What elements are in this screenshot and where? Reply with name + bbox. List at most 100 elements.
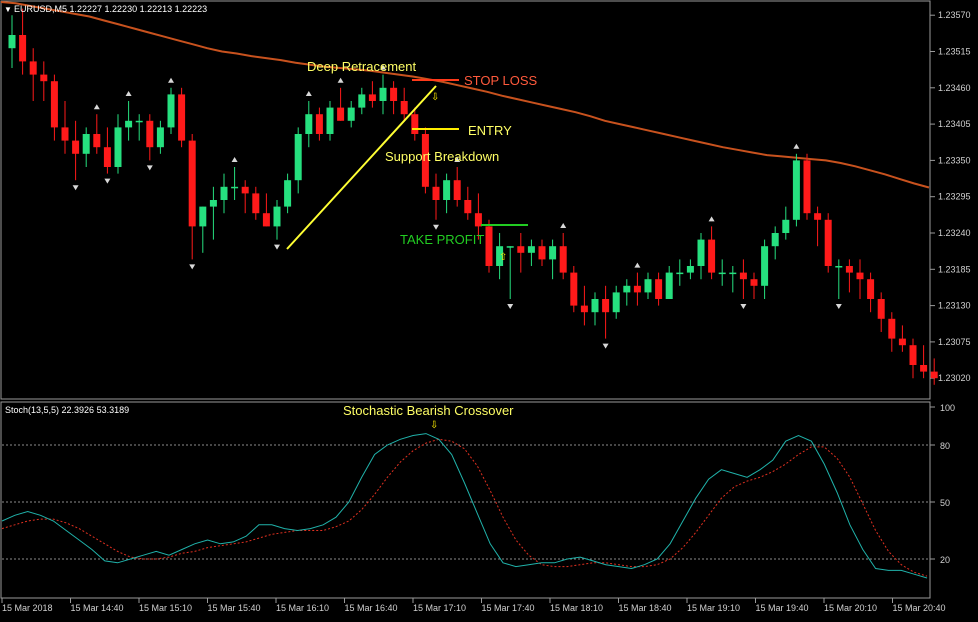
fractal-down-arrow-icon: [507, 304, 514, 309]
candle-body: [633, 285, 641, 293]
price-tick-label: 1.23130: [938, 301, 971, 311]
fractal-down-arrow-icon: [835, 304, 842, 309]
candle-body: [368, 94, 376, 101]
candle-body: [517, 246, 525, 253]
time-tick-label: 15 Mar 17:10: [413, 603, 466, 613]
candle-body: [591, 299, 599, 313]
fractal-up-arrow-icon: [168, 77, 174, 83]
time-tick-label: 15 Mar 16:10: [276, 603, 329, 613]
candle-body: [824, 219, 832, 266]
fractal-up-arrow-icon: [231, 157, 238, 162]
candle-body: [347, 107, 355, 121]
stoch-crossover-label: Stochastic Bearish Crossover: [343, 403, 514, 418]
candle-body: [8, 35, 16, 49]
candle-body: [103, 147, 111, 167]
candle-body: [358, 94, 366, 108]
candle-body: [644, 279, 652, 293]
candle-body: [284, 180, 292, 207]
time-tick-label: 15 Mar 19:40: [756, 603, 809, 613]
candle-body: [156, 127, 164, 148]
chart-svg: 1.23570 1.23515 1.23460 1.23405 1.23350 1.232…: [0, 0, 971, 613]
candle-body: [432, 186, 440, 200]
candle-body: [527, 246, 535, 253]
price-tick-label: 1.23295: [938, 192, 971, 202]
candle-body: [400, 101, 408, 115]
entry-down-arrow-icon: ⇩: [431, 92, 439, 103]
candle-body: [61, 127, 69, 141]
time-tick-label: 15 Mar 15:10: [139, 603, 192, 613]
fractal-up-arrow-icon: [708, 216, 715, 222]
candle-body: [686, 266, 694, 273]
trading-terminal: 1.23570 1.23515 1.23460 1.23405 1.23350 1.232…: [0, 0, 978, 617]
price-tick-label: 1.23075: [938, 337, 971, 347]
fractal-up-arrow-icon: [337, 77, 344, 83]
candle-body: [623, 285, 631, 293]
candle-body: [474, 213, 482, 227]
candle-body: [19, 35, 27, 62]
stoch-tick-label: 50: [940, 498, 950, 508]
candle-body: [125, 120, 133, 128]
time-tick-label: 15 Mar 17:40: [482, 603, 535, 613]
fractal-down-arrow-icon: [740, 304, 747, 309]
stoch-tick-label: 20: [940, 555, 950, 565]
candle-body: [305, 114, 313, 134]
candle-body: [464, 200, 472, 214]
price-tick-label: 1.23570: [938, 10, 971, 20]
stoch-info: Stoch(13,5,5) 22.3926 53.3189: [5, 405, 129, 415]
candle-body: [93, 134, 101, 148]
chart-dropdown-icon[interactable]: ▼: [4, 5, 12, 14]
time-tick-label: 15 Mar 15:40: [208, 603, 261, 613]
candle-body: [443, 180, 451, 200]
candle-body: [135, 120, 143, 123]
candle-body: [167, 94, 175, 128]
candle-body: [602, 299, 610, 313]
time-tick-label: 15 Mar 16:40: [345, 603, 398, 613]
candle-body: [814, 213, 822, 220]
candle-body: [888, 318, 896, 339]
deep-retracement-label: Deep Retracement: [307, 59, 416, 74]
fractal-up-arrow-icon: [793, 143, 800, 149]
candle-body: [178, 94, 186, 141]
candle-body: [82, 134, 90, 154]
price-axis: 1.23570 1.23515 1.23460 1.23405 1.23350 1.232…: [930, 10, 971, 383]
candle-body: [877, 299, 885, 319]
candle-body: [538, 246, 546, 260]
candle-body: [411, 114, 419, 134]
candle-body: [655, 279, 663, 299]
candle-body: [867, 279, 875, 299]
candle-body: [761, 246, 769, 286]
candle-body: [549, 246, 557, 260]
candle-body: [506, 246, 514, 248]
candle-body: [729, 272, 737, 275]
candle-body: [930, 371, 938, 379]
time-tick-label: 15 Mar 19:10: [687, 603, 740, 613]
candle-body: [792, 160, 800, 220]
candle-body: [252, 193, 260, 214]
candle-body: [29, 61, 37, 75]
stoch-axis: 100 80 50 20: [2, 403, 955, 565]
candle-body: [803, 160, 811, 214]
candle-body: [453, 180, 461, 200]
price-tick-label: 1.23405: [938, 119, 971, 129]
price-tick-label: 1.23240: [938, 228, 971, 238]
candles: [8, 8, 938, 385]
price-tick-label: 1.23020: [938, 373, 971, 383]
candle-body: [739, 272, 747, 280]
candle-body: [485, 226, 493, 266]
time-tick-label: 15 Mar 14:40: [71, 603, 124, 613]
tp-up-arrow-icon: ⇧: [499, 252, 507, 263]
entry-label: ENTRY: [468, 123, 512, 138]
time-axis: 15 Mar 2018 15 Mar 14:40 15 Mar 15:10 15 Ma…: [1, 598, 946, 613]
price-tick-label: 1.23515: [938, 47, 971, 57]
fractal-down-arrow-icon: [602, 343, 609, 349]
candle-body: [665, 272, 673, 299]
candle-body: [188, 140, 196, 227]
candle-body: [326, 107, 334, 134]
stoch-tick-label: 100: [940, 403, 955, 413]
candle-body: [920, 365, 928, 372]
candle-body: [909, 345, 917, 365]
fractal-down-arrow-icon: [104, 178, 111, 184]
candle-body: [50, 81, 58, 128]
candle-body: [294, 134, 302, 181]
candle-body: [708, 239, 716, 273]
